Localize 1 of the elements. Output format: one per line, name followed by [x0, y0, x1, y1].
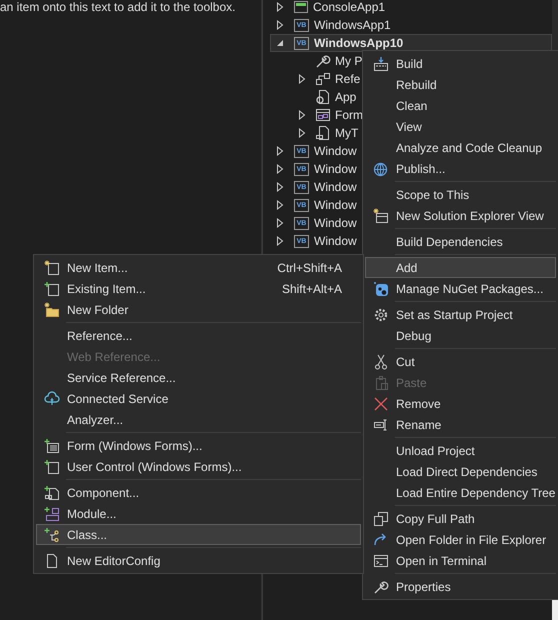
toolbox-hint: an item onto this text to add it to the toolbox.: [0, 0, 236, 14]
